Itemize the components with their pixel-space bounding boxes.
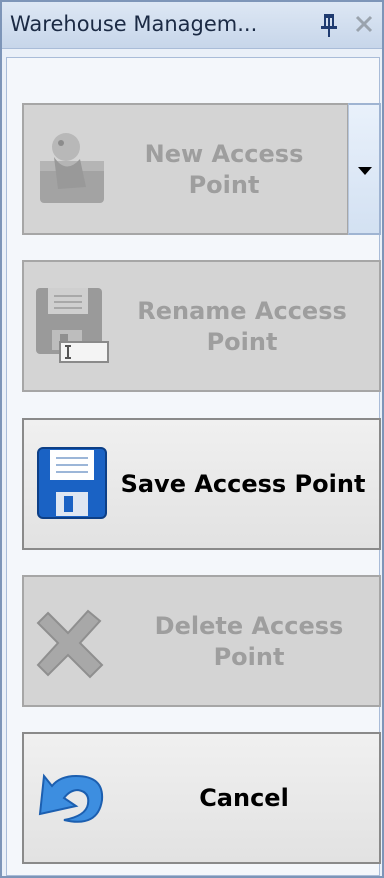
new-access-point-button[interactable]: New Access Point [22, 103, 349, 235]
delete-access-point-button[interactable]: Delete Access Point [22, 575, 381, 707]
save-access-point-label: Save Access Point [120, 470, 366, 498]
dropdown-arrow-icon [358, 167, 372, 175]
new-access-point-dropdown[interactable] [348, 103, 381, 235]
warehouse-management-panel: Warehouse Managem... New Access Point Re… [0, 0, 384, 878]
cancel-button[interactable]: Cancel [22, 732, 381, 864]
save-access-point-button[interactable]: Save Access Point [22, 418, 381, 550]
window-title: Warehouse Managem... [10, 12, 258, 36]
cancel-label: Cancel [199, 784, 289, 812]
rename-access-point-button[interactable]: Rename Access Point [22, 260, 381, 392]
rename-access-point-label: Rename Access Point [137, 297, 347, 356]
close-icon[interactable] [353, 13, 375, 35]
rename-floppy-icon [32, 286, 112, 366]
pin-icon[interactable] [316, 11, 342, 39]
floppy-disk-icon [34, 446, 114, 526]
delete-x-icon [34, 603, 114, 683]
title-bar: Warehouse Managem... [2, 2, 382, 49]
new-access-point-label: New Access Point [144, 140, 304, 199]
new-access-point-icon [36, 127, 116, 207]
delete-access-point-label: Delete Access Point [154, 612, 344, 671]
undo-arrow-icon [34, 762, 114, 842]
